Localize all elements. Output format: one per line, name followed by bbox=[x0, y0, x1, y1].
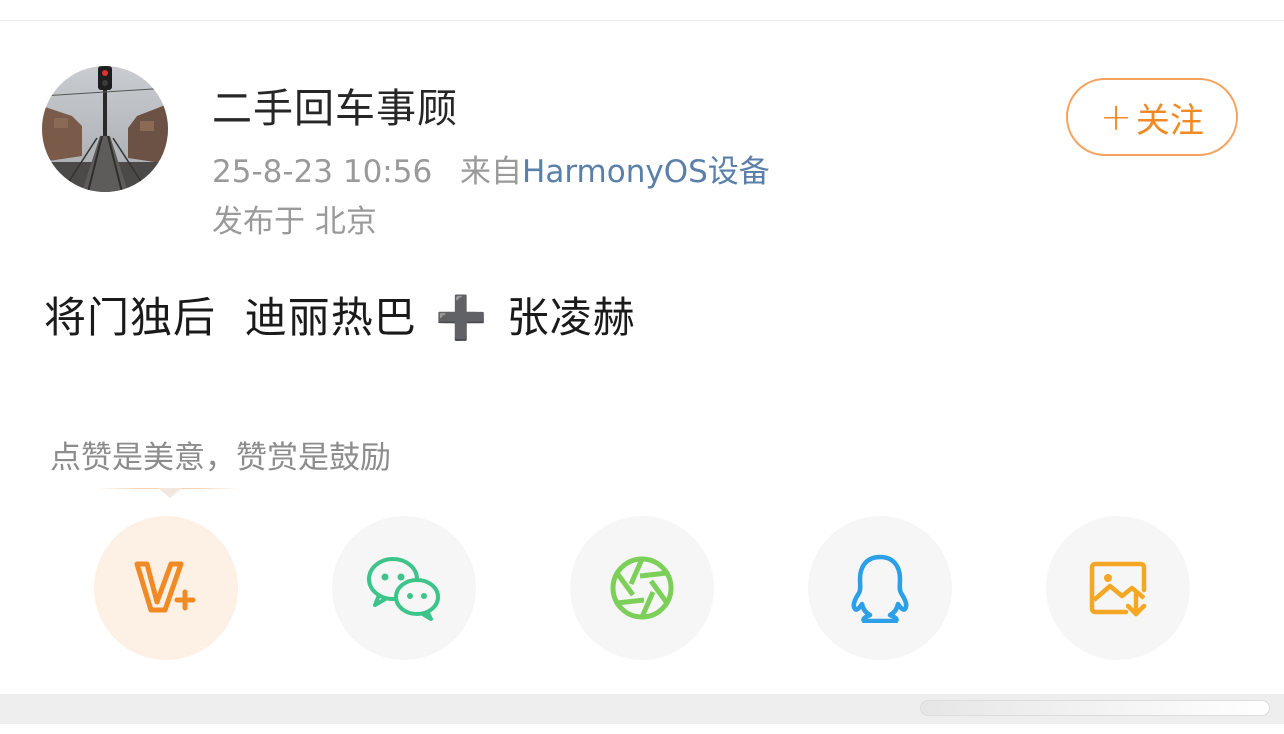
weibo-v-plus-icon bbox=[134, 561, 196, 613]
post-location: 发布于 北京 bbox=[212, 204, 377, 240]
moments-icon bbox=[610, 556, 674, 620]
post-content: 将门独后 迪丽热巴 ➕ 张凌赫 bbox=[44, 284, 636, 345]
share-qq-button[interactable] bbox=[808, 516, 952, 660]
save-image-button[interactable] bbox=[1046, 516, 1190, 660]
top-divider bbox=[0, 0, 1284, 21]
post-meta: 25-8-23 10:56 来自HarmonyOS设备 bbox=[212, 146, 770, 191]
follow-label: 关注 bbox=[1135, 100, 1204, 141]
share-moments-button[interactable] bbox=[570, 516, 714, 660]
save-image-icon bbox=[1089, 561, 1147, 617]
wechat-icon bbox=[367, 557, 440, 621]
qq-icon bbox=[851, 554, 909, 623]
heavy-plus-emoji: ➕ bbox=[435, 293, 489, 342]
post-source-link[interactable]: HarmonyOS设备 bbox=[522, 154, 770, 190]
source-prefix: 来自 bbox=[460, 154, 523, 190]
author-name[interactable]: 二手回车事顾 bbox=[212, 76, 458, 134]
hint-pointer bbox=[158, 488, 182, 498]
share-wechat-button[interactable] bbox=[332, 516, 476, 660]
post-timestamp: 25-8-23 10:56 bbox=[212, 154, 433, 190]
reward-hint: 点赞是美意，赞赏是鼓励 bbox=[50, 440, 391, 476]
avatar-image bbox=[42, 66, 168, 192]
plus-icon: + bbox=[1100, 95, 1132, 139]
reward-button[interactable] bbox=[94, 516, 238, 660]
post-text-part1: 将门独后 迪丽热巴 bbox=[44, 293, 417, 342]
post-text-part2: 张凌赫 bbox=[506, 293, 636, 342]
scrollbar-thumb[interactable] bbox=[920, 700, 1270, 716]
avatar[interactable] bbox=[42, 66, 168, 192]
follow-button[interactable]: + 关注 bbox=[1066, 78, 1238, 156]
